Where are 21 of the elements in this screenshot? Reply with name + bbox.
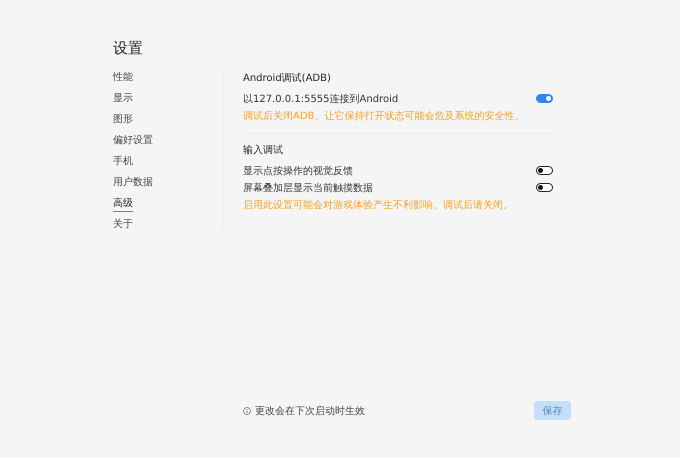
sidebar-item[interactable]: 关于: [113, 218, 133, 233]
sidebar-item[interactable]: 用户数据: [113, 176, 153, 191]
warning-text: 启用此设置可能会对游戏体验产生不利影响。调试后请关闭。: [243, 198, 514, 212]
section-title: Android调试(ADB): [243, 72, 332, 85]
section-title: 输入调试: [243, 144, 284, 157]
sidebar-item[interactable]: 图形: [113, 113, 133, 128]
toggle-switch[interactable]: [536, 166, 553, 175]
sidebar-item[interactable]: 性能: [113, 71, 133, 86]
warning-text: 调试后关闭ADB。让它保持打开状态可能会危及系统的安全性。: [243, 110, 526, 123]
info-icon: [243, 406, 251, 414]
footer-note: 更改会在下次启动时生效: [255, 404, 365, 418]
sidebar-item[interactable]: 显示: [113, 92, 133, 107]
settings-title: 设置: [113, 38, 144, 58]
sidebar-item[interactable]: 偏好设置: [113, 134, 153, 149]
sidebar-item[interactable]: 高级: [113, 197, 133, 212]
setting-label: 以127.0.0.1:5555连接到Android: [243, 92, 398, 106]
setting-label: 屏幕叠加层显示当前触摸数据: [243, 182, 373, 194]
setting-label: 显示点按操作的视觉反馈: [243, 164, 353, 178]
toggle-switch[interactable]: [536, 183, 553, 192]
toggle-switch[interactable]: [536, 94, 553, 103]
sidebar-item[interactable]: 手机: [113, 155, 133, 170]
